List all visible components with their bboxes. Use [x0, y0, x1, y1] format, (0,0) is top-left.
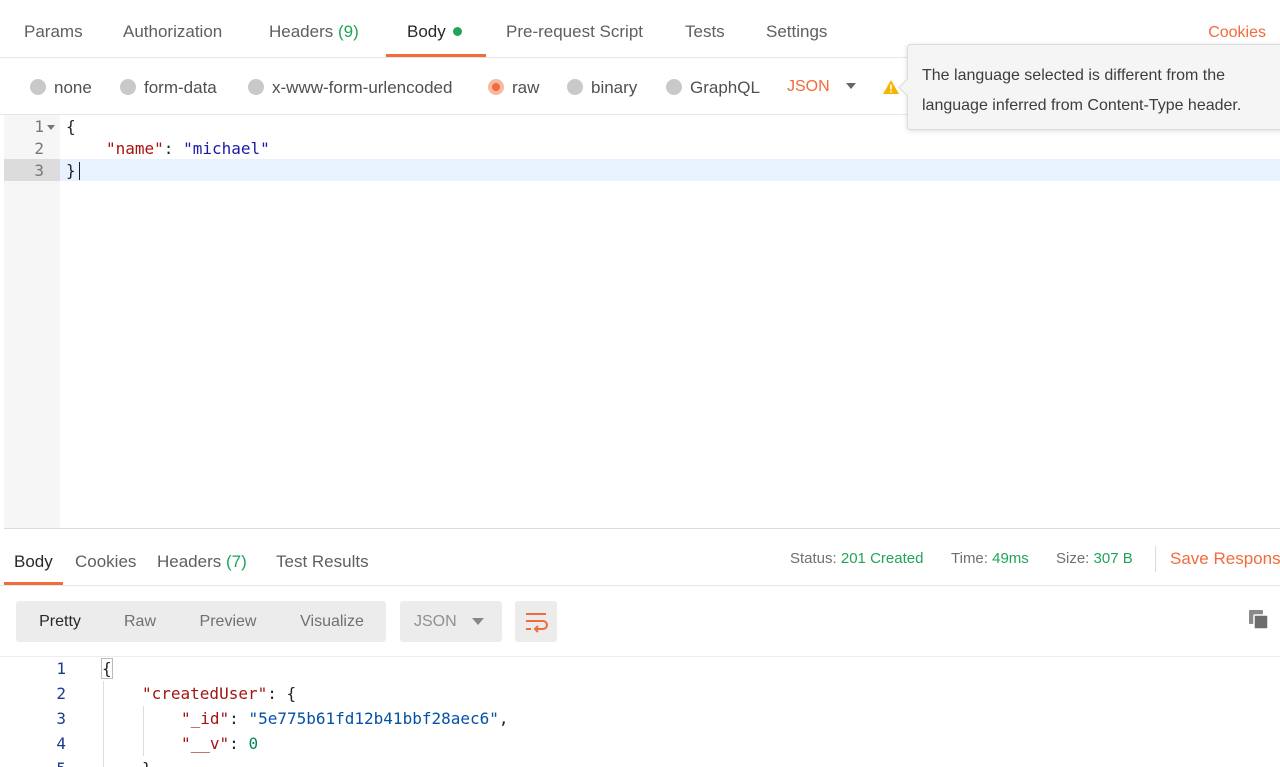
- line-number: 4: [56, 734, 66, 753]
- line-number: 3: [56, 709, 66, 728]
- language-mismatch-tooltip: The language selected is different from …: [907, 44, 1280, 130]
- code-line: }: [142, 759, 152, 767]
- wrap-lines-button[interactable]: [515, 601, 557, 642]
- preview-button[interactable]: Preview: [184, 601, 272, 642]
- headers-count: (9): [338, 22, 359, 41]
- indent-guide: [103, 681, 104, 767]
- code-line: {: [66, 117, 76, 136]
- line-number: 2: [34, 139, 44, 158]
- radio-circle-icon: [567, 79, 583, 95]
- response-tab-body[interactable]: Body: [4, 538, 63, 585]
- fold-toggle-icon[interactable]: [47, 125, 55, 130]
- copy-icon[interactable]: [1248, 609, 1270, 631]
- response-tab-headers[interactable]: Headers (7): [157, 538, 247, 585]
- tab-settings[interactable]: Settings: [766, 0, 827, 57]
- save-response-button[interactable]: Save Response: [1170, 549, 1280, 569]
- divider: [1155, 546, 1156, 572]
- tooltip-line: language inferred from Content-Type head…: [922, 97, 1242, 114]
- response-tabs: Body Cookies Headers (7) Test Results St…: [0, 538, 1280, 586]
- radio-circle-icon: [120, 79, 136, 95]
- line-number: 5: [40, 759, 66, 767]
- radio-urlencoded[interactable]: x-www-form-urlencoded: [248, 58, 452, 115]
- radio-form-data[interactable]: form-data: [120, 58, 217, 115]
- tab-body[interactable]: Body: [386, 0, 486, 57]
- tab-tests[interactable]: Tests: [685, 0, 725, 57]
- chevron-down-icon: [472, 618, 484, 625]
- code-line: }: [66, 161, 76, 180]
- radio-circle-icon: [30, 79, 46, 95]
- raw-button[interactable]: Raw: [106, 601, 174, 642]
- radio-circle-icon: [248, 79, 264, 95]
- line-number: 1: [56, 659, 66, 678]
- radio-circle-icon: [666, 79, 682, 95]
- response-headers-count: (7): [226, 552, 247, 571]
- code-line: {: [101, 658, 113, 679]
- response-tab-cookies[interactable]: Cookies: [75, 538, 136, 585]
- line-number: 3: [34, 161, 44, 180]
- chevron-down-icon[interactable]: [846, 83, 856, 89]
- cookies-link[interactable]: Cookies: [1208, 24, 1266, 42]
- tab-headers[interactable]: Headers (9): [269, 0, 359, 57]
- active-line-highlight: [4, 159, 1280, 181]
- response-time: Time: 49ms: [951, 550, 1029, 567]
- radio-none[interactable]: none: [30, 58, 92, 115]
- tab-params[interactable]: Params: [24, 0, 83, 57]
- text-cursor: [79, 162, 80, 180]
- radio-raw[interactable]: raw: [488, 58, 539, 115]
- code-line: "_id": "5e775b61fd12b41bbf28aec6",: [181, 709, 509, 728]
- tab-authorization[interactable]: Authorization: [123, 0, 222, 57]
- response-body-viewer[interactable]: 1 2 3 4 5 { "createdUser": { "_id": "5e7…: [0, 656, 1280, 767]
- radio-graphql[interactable]: GraphQL: [666, 58, 760, 115]
- indent-guide: [143, 706, 144, 756]
- body-modified-dot: [452, 27, 462, 36]
- pretty-button[interactable]: Pretty: [16, 601, 104, 642]
- request-body-editor[interactable]: 1 2 3 { "name": "michael" }: [4, 115, 1280, 529]
- wrap-lines-icon: [526, 613, 548, 633]
- line-number: 1: [34, 117, 44, 136]
- code-line: "createdUser": {: [142, 684, 297, 703]
- response-status: Status: 201 Created: [790, 550, 924, 567]
- response-format-select[interactable]: JSON: [400, 601, 502, 642]
- tab-prerequest-script[interactable]: Pre-request Script: [506, 0, 643, 57]
- code-line: "name": "michael": [106, 139, 270, 158]
- radio-checked-icon: [488, 79, 504, 95]
- response-tab-test-results[interactable]: Test Results: [276, 538, 369, 585]
- response-size: Size: 307 B: [1056, 550, 1133, 567]
- visualize-button[interactable]: Visualize: [288, 601, 376, 642]
- view-mode-group: Pretty Raw Preview Visualize: [16, 601, 386, 642]
- language-select[interactable]: JSON: [787, 58, 830, 115]
- tooltip-line: The language selected is different from …: [922, 67, 1225, 84]
- code-line: "__v": 0: [181, 734, 259, 753]
- line-number: 2: [56, 684, 66, 703]
- radio-binary[interactable]: binary: [567, 58, 637, 115]
